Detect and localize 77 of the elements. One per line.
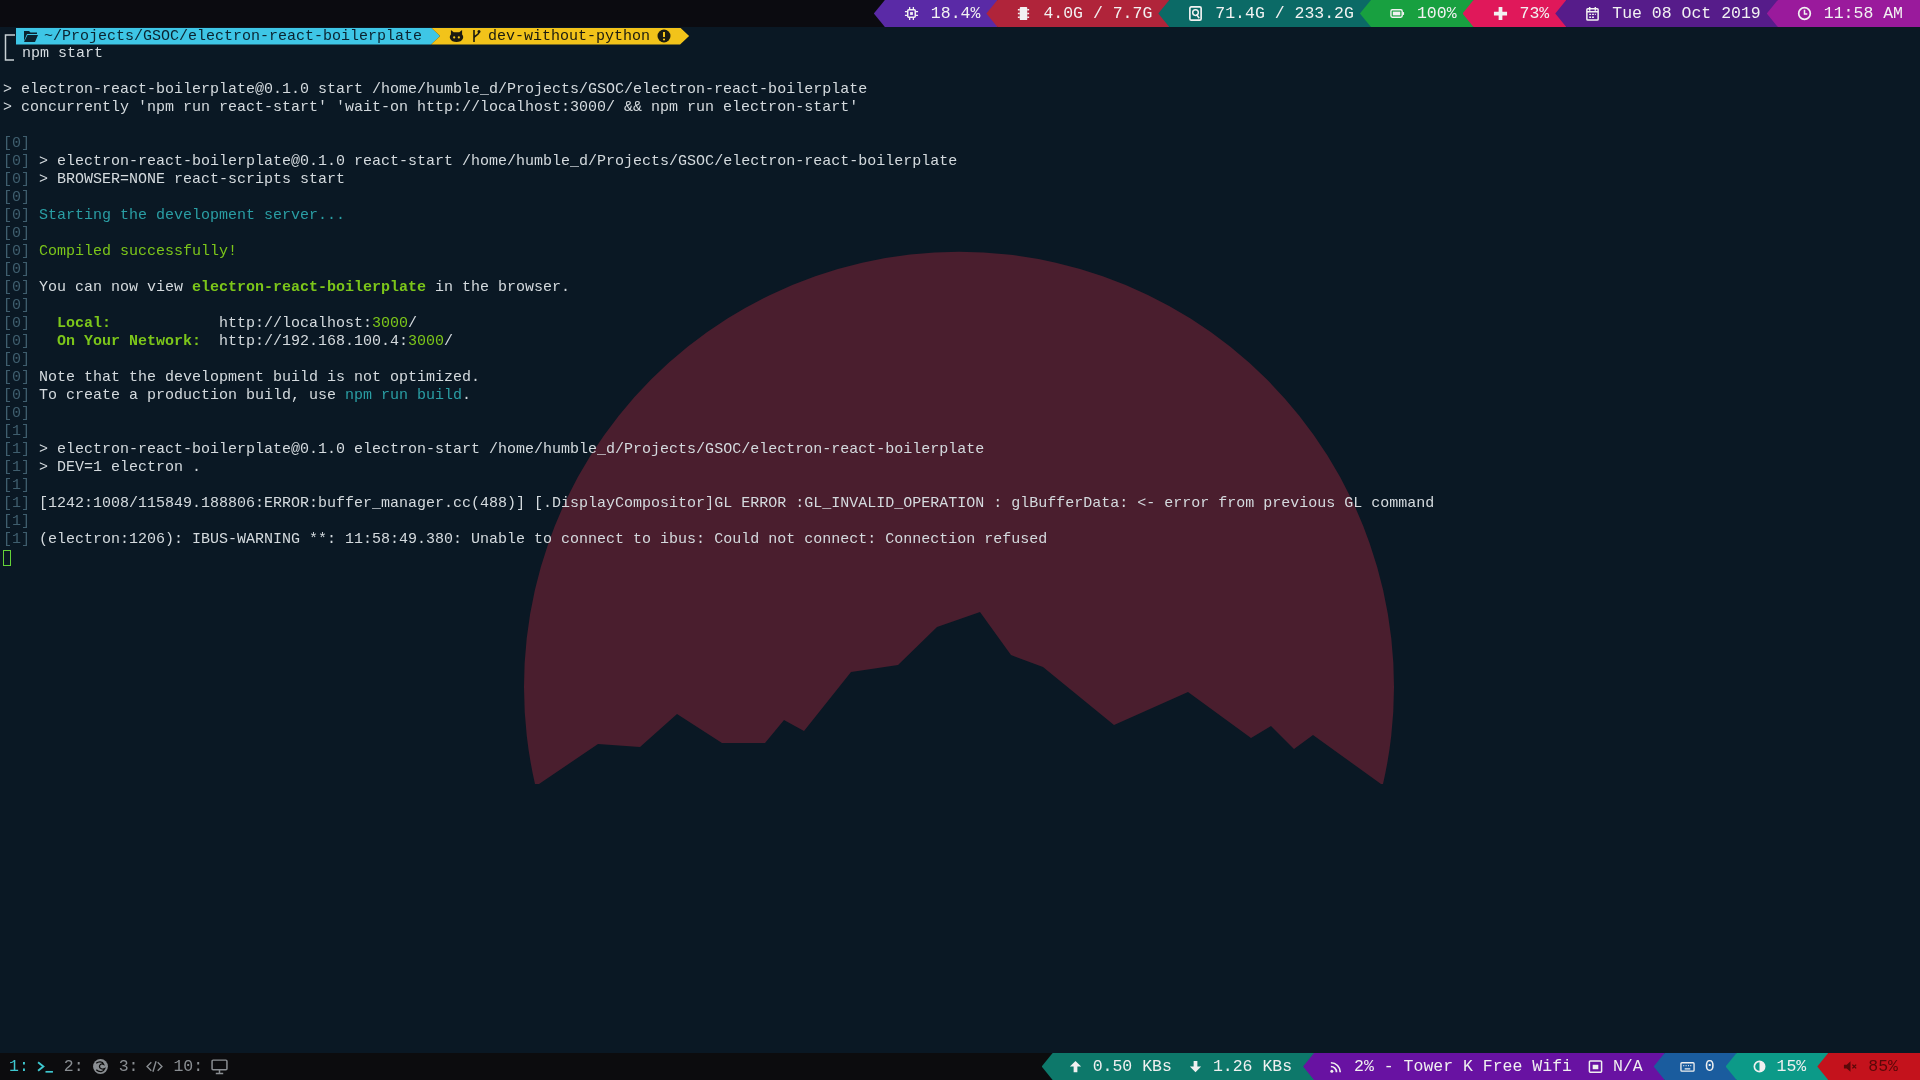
process-tag: [0] <box>3 243 30 261</box>
muted-speaker-icon <box>1843 1059 1859 1074</box>
ethernet-port-icon <box>1587 1059 1603 1074</box>
process-tag: [1] <box>3 477 30 495</box>
output-line: To create a production build, use npm run build. <box>39 387 472 405</box>
process-tag: [0] <box>3 315 30 333</box>
status-text: 1.26 KBs <box>1212 1057 1293 1076</box>
workspace-button[interactable]: 2: <box>58 1057 114 1076</box>
process-tag: [1] <box>3 513 30 531</box>
status-text: 15% <box>1776 1057 1807 1076</box>
workspace-button[interactable]: 10: <box>168 1057 234 1076</box>
process-tag: [0] <box>3 279 30 297</box>
directory-path: ~/Projects/GSOC/electron-react-boilerplate <box>44 27 423 45</box>
clock-icon <box>1796 6 1812 21</box>
output-line: [1242:1008/115849.188806:ERROR:buffer_manager.cc(488)] [.DisplayCompositor]GL ERROR :GL_INVALID_OPERATION : glBufferData: <- error from previous GL command <box>39 495 1435 513</box>
branch-icon <box>471 29 482 43</box>
process-tag: [0] <box>3 189 30 207</box>
command-text: npm start <box>21 45 104 63</box>
status-text: 2% - Tower K Free Wifi <box>1354 1057 1572 1076</box>
plus-icon <box>1492 6 1508 21</box>
status-text: 73% <box>1519 4 1550 23</box>
status-text: 100% <box>1416 4 1457 23</box>
output-line: (electron:1206): IBUS-WARNING **: 11:58:49.380: Unable to connect to ibus: Could not connect: Connection refused <box>39 531 1048 549</box>
process-tag: [0] <box>3 387 30 405</box>
process-tag: [0] <box>3 369 30 387</box>
status-text: 0 <box>1704 1057 1715 1076</box>
process-tag: [1] <box>3 459 30 477</box>
process-tag: [0] <box>3 171 30 189</box>
process-tag: [0] <box>3 261 30 279</box>
memory-stick-icon <box>1016 6 1032 21</box>
process-tag: [0] <box>3 351 30 369</box>
process-tag: [1] <box>3 531 30 549</box>
workspace-button[interactable]: 3: <box>113 1057 169 1076</box>
workspace-button[interactable]: 1: <box>4 1057 59 1076</box>
status-text: N/A <box>1612 1057 1643 1076</box>
output-line: > concurrently 'npm run react-start' 'wait-on http://localhost:3000/ && npm run electron-start' <box>3 99 859 117</box>
prompt-bracket-icon <box>4 33 16 63</box>
status-text: Tue 08 Oct 2019 <box>1612 4 1761 23</box>
branch-name: dev-without-python <box>488 27 651 45</box>
process-tag: [1] <box>3 495 30 513</box>
hard-drive-icon <box>1188 6 1204 21</box>
process-tag: [0] <box>3 207 30 225</box>
battery-icon <box>1389 6 1405 21</box>
brightness-icon <box>1751 1059 1767 1074</box>
status-text: 85% <box>1868 1057 1898 1076</box>
folder-icon <box>24 30 38 42</box>
monitor-icon <box>211 1058 229 1075</box>
output-line: Compiled successfully! <box>39 243 238 261</box>
status-text: 18.4% <box>930 4 981 23</box>
status-text: 71.4G / 233.2G <box>1215 4 1354 23</box>
text-cursor <box>3 550 11 566</box>
process-tag: [0] <box>3 225 30 243</box>
status-text: 11:58 AM <box>1823 4 1903 23</box>
process-tag: [0] <box>3 405 30 423</box>
process-tag: [0] <box>3 135 30 153</box>
output-line: You can now view electron-react-boilerplate in the browser. <box>39 279 571 297</box>
calendar-icon <box>1585 6 1601 21</box>
output-line: > DEV=1 electron . <box>39 459 202 477</box>
output-line: Note that the development build is not optimized. <box>39 369 481 387</box>
chip-icon <box>903 6 919 21</box>
keyboard-icon <box>1679 1059 1695 1074</box>
output-line: > BROWSER=NONE react-scripts start <box>39 171 346 189</box>
output-line: On Your Network: http://192.168.100.4:3000/ <box>56 333 454 351</box>
up-arrow-icon <box>1067 1059 1083 1074</box>
output-line: > electron-react-boilerplate@0.1.0 react-start /home/humble_d/Projects/GSOC/electron-react-boilerplate <box>39 153 958 171</box>
output-line: Starting the development server... <box>39 207 346 225</box>
status-text: 0.50 KBs <box>1092 1057 1172 1076</box>
status-text: 4.0G / 7.7G <box>1043 4 1153 23</box>
process-tag: [0] <box>3 333 30 351</box>
output-line: > electron-react-boilerplate@0.1.0 electron-start /home/humble_d/Projects/GSOC/electron-react-boilerplate <box>39 441 985 459</box>
process-tag: [1] <box>3 441 30 459</box>
process-tag: [0] <box>3 153 30 171</box>
process-tag: [1] <box>3 423 30 441</box>
output-line: > electron-react-boilerplate@0.1.0 start /home/humble_d/Projects/GSOC/electron-react-boilerplate <box>3 81 868 99</box>
output-line: Local: http://localhost:3000/ <box>56 315 418 333</box>
process-tag: [0] <box>3 297 30 315</box>
code-brackets-icon <box>146 1058 164 1075</box>
